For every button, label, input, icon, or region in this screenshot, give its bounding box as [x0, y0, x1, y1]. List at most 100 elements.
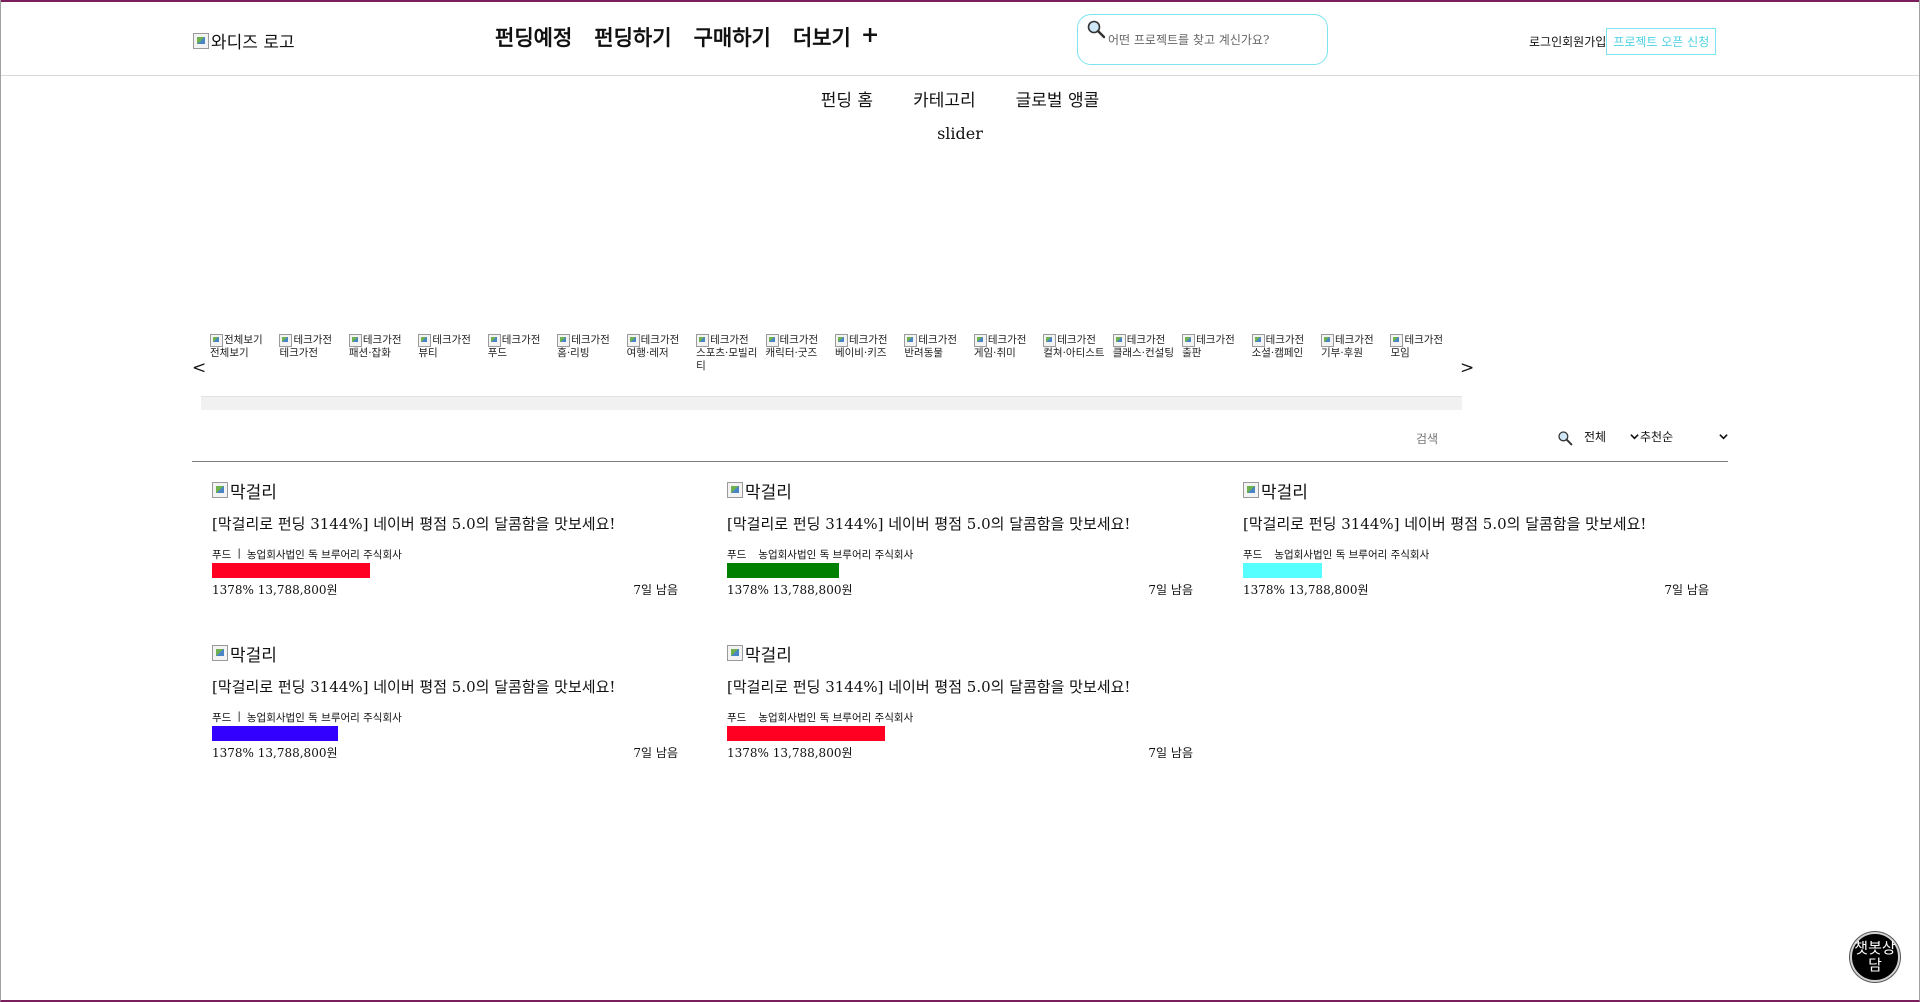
category-item[interactable]: 테크가전 컬쳐·아티스트 [1043, 334, 1112, 373]
category-image: 테크가전 [904, 334, 973, 347]
subnav-global-encore[interactable]: 글로벌 앵콜 [1016, 86, 1100, 111]
category-item[interactable]: 테크가전 홈·리빙 [557, 334, 626, 373]
scope-select-value: 전체 [1584, 430, 1607, 444]
category-item[interactable]: 전체보기 전체보기 [210, 334, 279, 373]
broken-image-icon [904, 334, 918, 347]
broken-image-icon [696, 334, 710, 347]
project-card[interactable]: 막걸리 [막걸리로 펀딩 3144%] 네이버 평점 5.0의 달콤함을 맛보세요… [212, 643, 678, 768]
project-title[interactable]: [막걸리로 펀딩 3144%] 네이버 평점 5.0의 달콤함을 맛보세요! [727, 676, 1193, 697]
site-header: 와디즈 로고 펀딩예정 펀딩하기 구매하기 더보기 + 로그인 회원가입 프로젝… [0, 2, 1920, 76]
project-card[interactable]: 막걸리 [막걸리로 펀딩 3144%] 네이버 평점 5.0의 달콤함을 맛보세요… [212, 480, 678, 605]
plus-icon[interactable]: + [861, 22, 879, 52]
funding-progress-bar [212, 726, 338, 741]
search-icon[interactable] [1086, 19, 1106, 39]
project-title[interactable]: [막걸리로 펀딩 3144%] 네이버 평점 5.0의 달콤함을 맛보세요! [1243, 513, 1709, 534]
category-image-alt: 테크가전 [779, 334, 819, 346]
category-image: 테크가전 [418, 334, 487, 347]
project-stats: 1378% 13,788,800원 [212, 746, 338, 760]
category-item[interactable]: 테크가전 모임 [1390, 334, 1459, 373]
category-item[interactable]: 테크가전 클래스·컨설팅 [1112, 334, 1182, 373]
broken-image-icon [557, 334, 571, 347]
project-meta: 푸드 농업회사법인 독 브루어리 주식회사 [727, 547, 1193, 562]
project-title[interactable]: [막걸리로 펀딩 3144%] 네이버 평점 5.0의 달콤함을 맛보세요! [727, 513, 1193, 534]
broken-image-icon [727, 645, 743, 661]
project-title[interactable]: [막걸리로 펀딩 3144%] 네이버 평점 5.0의 달콤함을 맛보세요! [212, 676, 678, 697]
category-item[interactable]: 테크가전 소셜·캠페인 [1251, 334, 1321, 373]
nav-upcoming[interactable]: 펀딩예정 [495, 22, 572, 52]
project-maker: 농업회사법인 독 브루어리 주식회사 [758, 712, 914, 724]
sort-select[interactable]: 추천순 [1640, 428, 1728, 445]
category-item[interactable]: 테크가전 캐릭터·굿즈 [765, 334, 835, 373]
category-image: 테크가전 [765, 334, 835, 347]
category-item[interactable]: 테크가전 반려동물 [904, 334, 973, 373]
category-image: 전체보기 [210, 334, 279, 347]
broken-image-icon [487, 334, 501, 347]
category-item[interactable]: 테크가전 게임·취미 [973, 334, 1043, 373]
project-remaining: 7일 남음 [633, 746, 678, 760]
meta-separator: | [237, 710, 241, 722]
project-maker: 농업회사법인 독 브루어리 주식회사 [246, 549, 402, 561]
signup-link[interactable]: 회원가입 [1562, 33, 1606, 50]
scope-select[interactable]: 전체 [1584, 428, 1639, 445]
project-card[interactable]: 막걸리 [막걸리로 펀딩 3144%] 네이버 평점 5.0의 달콤함을 맛보세요… [727, 480, 1193, 605]
broken-image-icon [1251, 334, 1265, 347]
broken-image-icon [418, 334, 432, 347]
category-item[interactable]: 테크가전 여행·레저 [626, 334, 696, 373]
header-search-input[interactable] [1108, 29, 1318, 51]
project-thumbnail[interactable]: 막걸리 [212, 480, 678, 503]
nav-store[interactable]: 구매하기 [694, 22, 771, 52]
project-meta: 푸드 농업회사법인 독 브루어리 주식회사 [727, 710, 1193, 725]
sort-select-value: 추천순 [1640, 430, 1674, 444]
carousel-prev-button[interactable]: < [192, 358, 206, 378]
chatbot-button[interactable]: 챗봇상담 [1850, 932, 1900, 982]
project-footer: 1378% 13,788,800원 7일 남음 [727, 581, 1193, 598]
funding-progress-bar [727, 563, 839, 578]
subnav-funding-home[interactable]: 펀딩 홈 [821, 86, 873, 111]
project-title[interactable]: [막걸리로 펀딩 3144%] 네이버 평점 5.0의 달콤함을 맛보세요! [212, 513, 678, 534]
project-thumbnail[interactable]: 막걸리 [1243, 480, 1709, 503]
category-item[interactable]: 테크가전 테크가전 [279, 334, 348, 373]
nav-funding[interactable]: 펀딩하기 [594, 22, 671, 52]
category-item[interactable]: 테크가전 패션·잡화 [348, 334, 418, 373]
carousel-next-button[interactable]: > [1460, 358, 1474, 378]
category-image: 테크가전 [348, 334, 418, 347]
subnav-category[interactable]: 카테고리 [913, 86, 976, 111]
project-search-input[interactable] [1416, 428, 1546, 450]
category-image: 테크가전 [1043, 334, 1112, 347]
project-remaining: 7일 남음 [1148, 583, 1193, 597]
project-thumbnail[interactable]: 막걸리 [727, 643, 1193, 666]
category-image-alt: 테크가전 [1404, 334, 1444, 346]
project-thumbnail[interactable]: 막걸리 [727, 480, 1193, 503]
category-item[interactable]: 테크가전 푸드 [487, 334, 557, 373]
category-image: 테크가전 [557, 334, 626, 347]
category-image: 테크가전 [279, 334, 348, 347]
search-icon[interactable] [1557, 430, 1573, 446]
broken-image-icon [279, 334, 293, 347]
category-label: 모임 [1390, 347, 1410, 359]
category-item[interactable]: 테크가전 기부·후원 [1321, 334, 1390, 373]
open-project-button[interactable]: 프로젝트 오픈 신청 [1606, 28, 1717, 55]
category-label: 캐릭터·굿즈 [765, 347, 818, 359]
project-stats: 1378% 13,788,800원 [212, 583, 338, 597]
category-label: 홈·리빙 [557, 347, 590, 359]
category-item[interactable]: 테크가전 스포츠·모빌리티 [696, 334, 765, 373]
site-logo[interactable]: 와디즈 로고 [193, 28, 295, 53]
chevron-down-icon [1719, 434, 1728, 440]
nav-more[interactable]: 더보기 [793, 22, 851, 52]
category-item[interactable]: 테크가전 베이비·키즈 [834, 334, 904, 373]
category-image-alt: 테크가전 [1196, 334, 1235, 346]
broken-image-icon [626, 334, 640, 347]
category-item[interactable]: 테크가전 뷰티 [418, 334, 487, 373]
carousel-scrollbar[interactable] [201, 396, 1462, 410]
category-image-alt: 테크가전 [710, 334, 749, 346]
category-label: 소셜·캠페인 [1251, 347, 1304, 359]
project-card[interactable]: 막걸리 [막걸리로 펀딩 3144%] 네이버 평점 5.0의 달콤함을 맛보세요… [1243, 480, 1709, 605]
login-link[interactable]: 로그인 [1529, 33, 1562, 50]
project-image-alt: 막걸리 [745, 482, 792, 503]
project-thumbnail[interactable]: 막걸리 [212, 643, 678, 666]
project-footer: 1378% 13,788,800원 7일 남음 [212, 744, 678, 761]
project-meta: 푸드 | 농업회사법인 독 브루어리 주식회사 [212, 710, 678, 725]
category-image-alt: 테크가전 [1335, 334, 1374, 346]
project-card[interactable]: 막걸리 [막걸리로 펀딩 3144%] 네이버 평점 5.0의 달콤함을 맛보세요… [727, 643, 1193, 768]
category-item[interactable]: 테크가전 출판 [1182, 334, 1251, 373]
